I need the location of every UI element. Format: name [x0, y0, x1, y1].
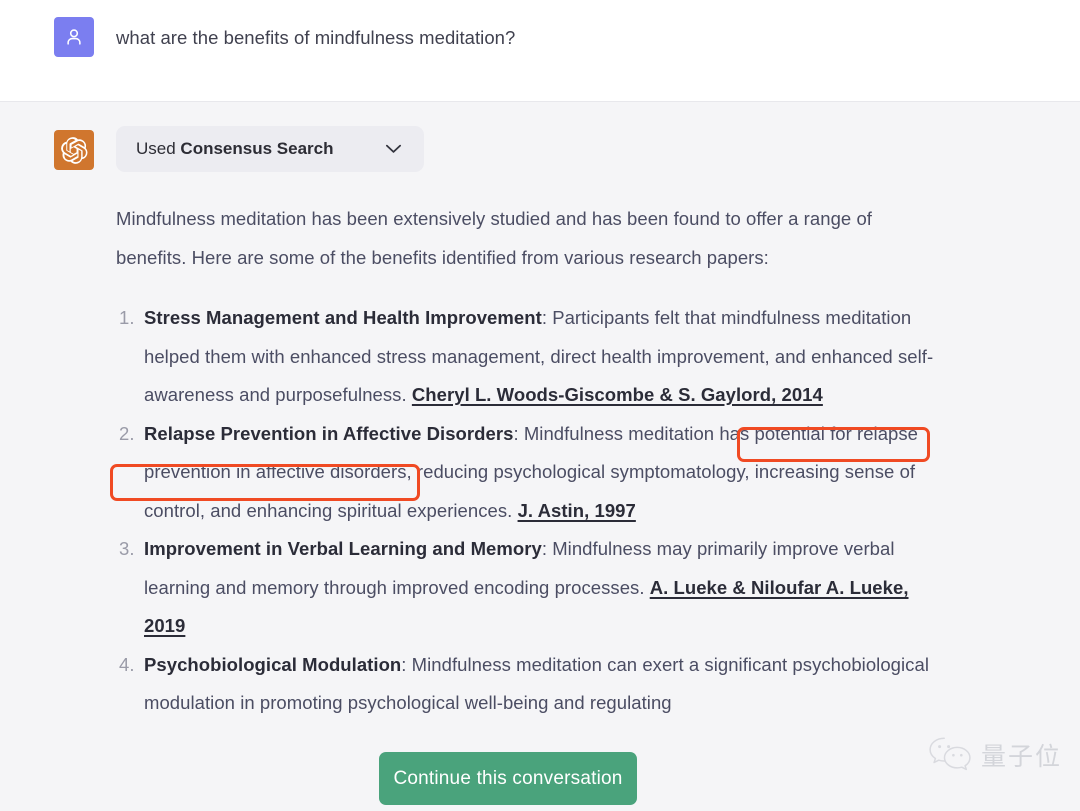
list-item: Psychobiological Modulation: Mindfulness… — [116, 646, 938, 723]
assistant-avatar — [54, 130, 94, 170]
tool-usage-label: Used Consensus Search — [136, 139, 334, 158]
answer-intro-paragraph: Mindfulness meditation has been extensiv… — [116, 208, 872, 268]
benefit-title: Improvement in Verbal Learning and Memor… — [144, 538, 542, 559]
user-avatar-column — [0, 17, 116, 101]
benefit-title: Stress Management and Health Improvement — [144, 307, 542, 328]
user-avatar — [54, 17, 94, 57]
assistant-avatar-column — [0, 130, 116, 811]
tool-usage-pill[interactable]: Used Consensus Search — [116, 126, 425, 172]
assistant-message-turn: Used Consensus Search Mindfulness medita… — [0, 102, 1080, 811]
citation-link[interactable]: Cheryl L. Woods-Giscombe & S. Gaylord, 2… — [412, 384, 823, 405]
assistant-answer-body: Mindfulness meditation has been extensiv… — [116, 200, 938, 723]
user-message-column: what are the benefits of mindfulness med… — [116, 17, 1080, 101]
list-item: Stress Management and Health Improvement… — [116, 299, 938, 415]
conversation-page: what are the benefits of mindfulness med… — [0, 0, 1080, 811]
benefit-title: Relapse Prevention in Affective Disorder… — [144, 422, 514, 444]
list-item: Improvement in Verbal Learning and Memor… — [116, 530, 938, 646]
continue-conversation-button[interactable]: Continue this conversation — [379, 752, 637, 805]
list-item: Relapse Prevention in Affective Disorder… — [116, 415, 938, 531]
assistant-message-column: Used Consensus Search Mindfulness medita… — [116, 126, 1080, 811]
user-message-turn: what are the benefits of mindfulness med… — [0, 0, 1080, 102]
citation-link[interactable]: J. Astin, 1997 — [518, 500, 636, 521]
benefit-title: Psychobiological Modulation — [144, 653, 402, 675]
person-icon — [67, 29, 81, 45]
chevron-down-icon[interactable] — [385, 144, 402, 154]
openai-logo-icon — [60, 136, 87, 164]
user-message-text: what are the benefits of mindfulness med… — [116, 27, 516, 48]
benefits-list: Stress Management and Health Improvement… — [116, 299, 938, 723]
